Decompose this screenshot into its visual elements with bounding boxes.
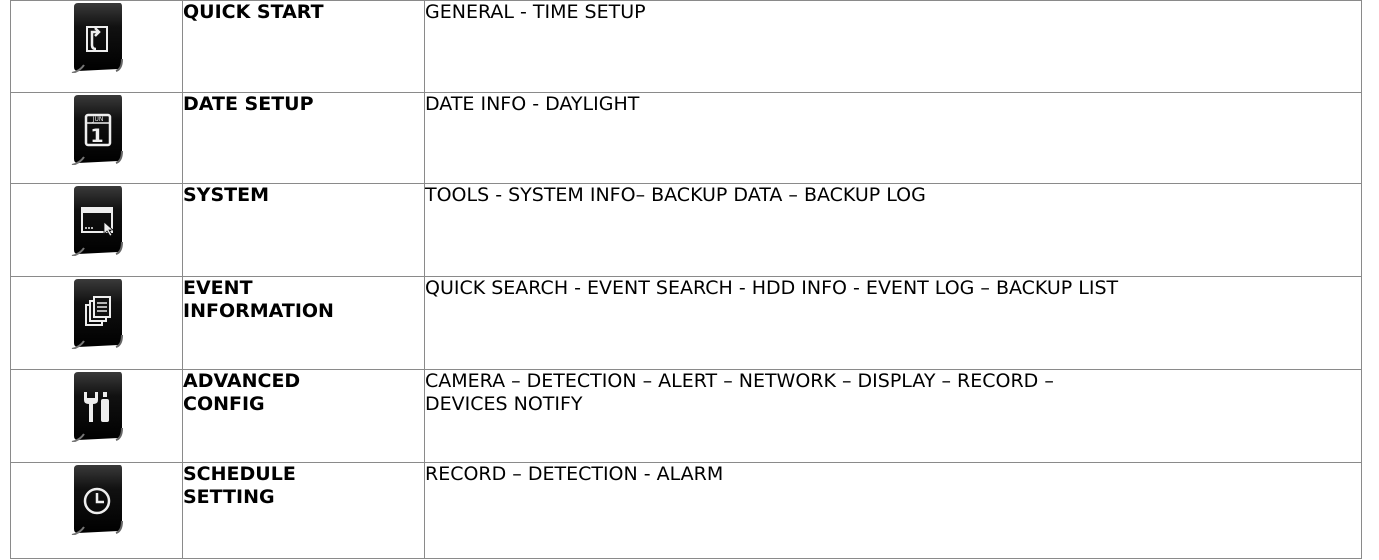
calendar-icon[interactable]: JUN 1 (70, 93, 124, 165)
menu-description: GENERAL - TIME SETUP (424, 0, 1362, 93)
tools-icon[interactable] (70, 370, 124, 442)
menu-name-line: EVENT INFORMATION (183, 277, 334, 322)
icon-cell: JUN 1 (10, 92, 183, 184)
menu-name: QUICK START (182, 0, 425, 93)
table-row: SYSTEM TOOLS - SYSTEM INFO– BACKUP DATA … (10, 183, 1362, 277)
calendar-month-text: JUN (91, 116, 103, 123)
menu-description: QUICK SEARCH - EVENT SEARCH - HDD INFO -… (424, 276, 1362, 370)
menu-description: CAMERA – DETECTION – ALERT – NETWORK – D… (424, 369, 1362, 463)
icon-cell (10, 183, 183, 277)
icon-cell (10, 276, 183, 370)
table-row: SCHEDULE SETTING RECORD – DETECTION - AL… (10, 462, 1362, 559)
menu-name: SCHEDULE SETTING (182, 462, 425, 559)
table-row: EVENT INFORMATION QUICK SEARCH - EVENT S… (10, 276, 1362, 370)
icon-cell (10, 0, 183, 93)
menu-name: EVENT INFORMATION (182, 276, 425, 370)
quick-start-icon[interactable] (70, 1, 124, 73)
table-row: JUN 1 DATE SETUP DATE INFO - DAYLIGHT (10, 92, 1362, 184)
menu-description-text: CAMERA – DETECTION – ALERT – NETWORK – D… (425, 370, 1054, 415)
menu-description: TOOLS - SYSTEM INFO– BACKUP DATA – BACKU… (424, 183, 1362, 277)
menu-description: DATE INFO - DAYLIGHT (424, 92, 1362, 184)
menu-description: RECORD – DETECTION - ALARM (424, 462, 1362, 559)
documents-icon[interactable] (70, 277, 124, 349)
table-row: QUICK START GENERAL - TIME SETUP (10, 0, 1362, 93)
menu-name-line: SCHEDULE SETTING (183, 463, 296, 508)
icon-cell (10, 462, 183, 559)
menu-name: DATE SETUP (182, 92, 425, 184)
calendar-day-text: 1 (90, 125, 103, 147)
system-window-icon[interactable] (70, 184, 124, 256)
menu-name: ADVANCED CONFIG (182, 369, 425, 463)
table-row: ADVANCED CONFIG CAMERA – DETECTION – ALE… (10, 369, 1362, 463)
icon-cell (10, 369, 183, 463)
menu-table: QUICK START GENERAL - TIME SETUP JUN 1 D… (10, 0, 1362, 559)
menu-name: SYSTEM (182, 183, 425, 277)
menu-name-line: ADVANCED CONFIG (183, 370, 301, 415)
clock-icon[interactable] (70, 463, 124, 535)
